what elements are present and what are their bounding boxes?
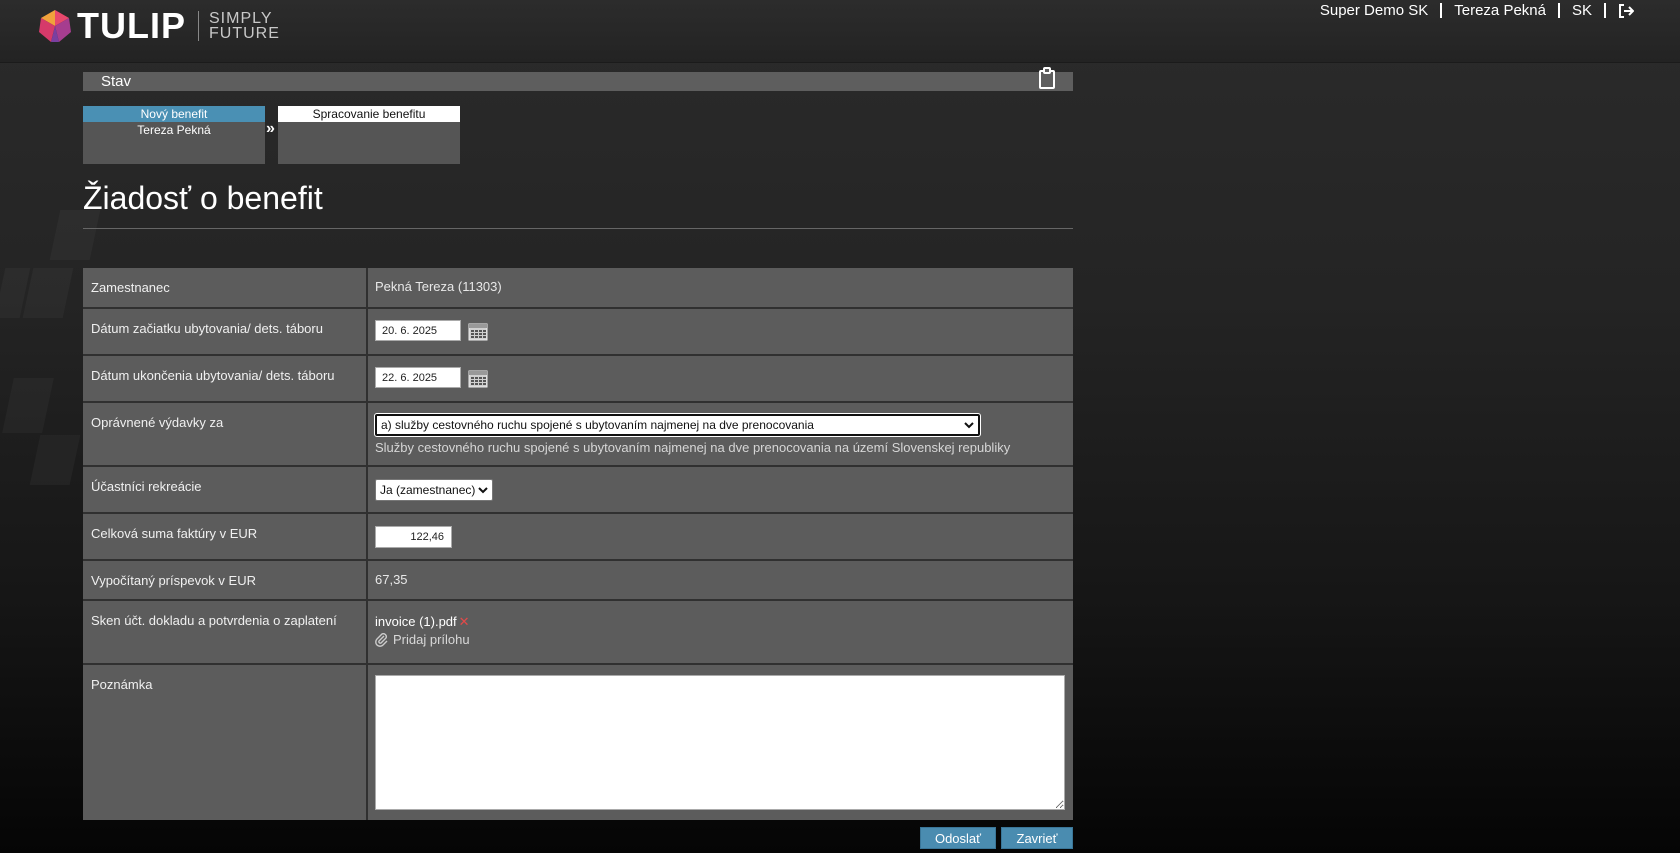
close-button[interactable]: Zavrieť	[1001, 827, 1073, 849]
attached-file-name[interactable]: invoice (1).pdf	[375, 614, 457, 629]
clipboard-icon[interactable]	[1038, 67, 1056, 89]
background-decoration	[2, 378, 54, 433]
employee-label: Zamestnanec	[83, 268, 368, 307]
scan-label: Sken účt. dokladu a potvrdenia o zaplate…	[83, 601, 368, 663]
title-divider	[83, 228, 1073, 229]
row-invoice-total: Celková suma faktúry v EUR	[83, 514, 1073, 561]
logo-tagline-line2: FUTURE	[209, 25, 280, 42]
row-employee: Zamestnanec Pekná Tereza (11303)	[83, 268, 1073, 309]
workflow-step-label: Nový benefit	[83, 106, 265, 122]
top-bar: TULIP SIMPLY FUTURE Super Demo SK Tereza…	[0, 0, 1680, 63]
attached-file: invoice (1).pdf ✕	[375, 613, 1066, 631]
status-bar: Stav	[83, 67, 1073, 91]
expenses-selected-value: a) služby cestovného ruchu spojené s uby…	[381, 418, 814, 432]
row-note: Poznámka	[83, 665, 1073, 820]
page-title: Žiadosť o benefit	[83, 180, 323, 216]
expenses-select[interactable]: a) služby cestovného ruchu spojené s uby…	[374, 413, 981, 437]
calendar-icon[interactable]	[468, 321, 488, 341]
nav-separator	[1604, 3, 1606, 18]
computed-contribution-label: Vypočítaný príspevok v EUR	[83, 561, 368, 599]
add-attachment-label: Pridaj prílohu	[393, 632, 470, 647]
row-participants: Účastníci rekreácie Ja (zamestnanec)	[83, 467, 1073, 514]
row-expenses: Oprávnené výdavky za a) služby cestovnéh…	[83, 403, 1073, 467]
employee-value: Pekná Tereza (11303)	[375, 279, 502, 294]
paperclip-icon	[375, 633, 388, 647]
row-computed-contribution: Vypočítaný príspevok v EUR 67,35	[83, 561, 1073, 601]
end-date-input[interactable]	[375, 367, 461, 388]
invoice-total-input[interactable]	[375, 526, 452, 548]
add-attachment-link[interactable]: Pridaj prílohu	[375, 631, 1066, 649]
workflow-step-processing: Spracovanie benefitu	[278, 106, 460, 164]
expenses-label: Oprávnené výdavky za	[83, 403, 368, 465]
participants-selected-value: Ja (zamestnanec)	[380, 483, 476, 497]
start-date-input[interactable]	[375, 320, 461, 341]
form-buttons: Odoslať Zavrieť	[920, 827, 1073, 849]
nav-separator	[1440, 3, 1443, 18]
end-date-label: Dátum ukončenia ubytovania/ dets. táboru	[83, 356, 368, 401]
company-link[interactable]: Super Demo SK	[1320, 2, 1428, 19]
logo-tagline-line1: SIMPLY	[209, 10, 273, 27]
calendar-icon[interactable]	[468, 368, 488, 388]
chevron-down-icon	[964, 422, 974, 429]
workflow-step-assignee: Tereza Pekná	[137, 123, 211, 137]
background-decoration	[30, 435, 81, 485]
workflow-step-label: Spracovanie benefitu	[278, 106, 460, 122]
tulip-logo[interactable]: TULIP SIMPLY FUTURE	[37, 6, 280, 46]
chevron-down-icon	[478, 487, 488, 494]
user-navigation: Super Demo SK Tereza Pekná SK	[1320, 2, 1634, 19]
computed-contribution-value: 67,35	[375, 572, 408, 587]
start-date-label: Dátum začiatku ubytovania/ dets. táboru	[83, 309, 368, 354]
step-arrow: »	[266, 120, 275, 137]
workflow-step-new: Nový benefit Tereza Pekná	[83, 106, 265, 164]
invoice-total-label: Celková suma faktúry v EUR	[83, 514, 368, 559]
participants-label: Účastníci rekreácie	[83, 467, 368, 512]
user-link[interactable]: Tereza Pekná	[1454, 2, 1546, 19]
note-label: Poznámka	[83, 665, 368, 820]
background-decoration	[50, 210, 101, 260]
logout-icon[interactable]	[1618, 3, 1634, 19]
background-decoration	[23, 268, 74, 318]
logo-divider	[198, 11, 199, 41]
participants-select[interactable]: Ja (zamestnanec)	[375, 479, 493, 501]
language-link[interactable]: SK	[1572, 2, 1592, 19]
tulip-logo-icon	[39, 10, 71, 42]
nav-separator	[1557, 3, 1560, 18]
remove-file-icon[interactable]: ✕	[459, 614, 470, 629]
row-scan: Sken účt. dokladu a potvrdenia o zaplate…	[83, 601, 1073, 665]
logo-text: TULIP	[77, 5, 186, 46]
status-title: Stav	[101, 73, 132, 90]
benefit-form: Zamestnanec Pekná Tereza (11303) Dátum z…	[83, 268, 1073, 820]
row-start-date: Dátum začiatku ubytovania/ dets. táboru	[83, 309, 1073, 356]
expenses-hint: Služby cestovného ruchu spojené s ubytov…	[375, 440, 1011, 455]
note-textarea[interactable]	[375, 675, 1065, 810]
send-button[interactable]: Odoslať	[920, 827, 996, 849]
logo-tagline: SIMPLY FUTURE	[209, 10, 280, 42]
row-end-date: Dátum ukončenia ubytovania/ dets. táboru	[83, 356, 1073, 403]
